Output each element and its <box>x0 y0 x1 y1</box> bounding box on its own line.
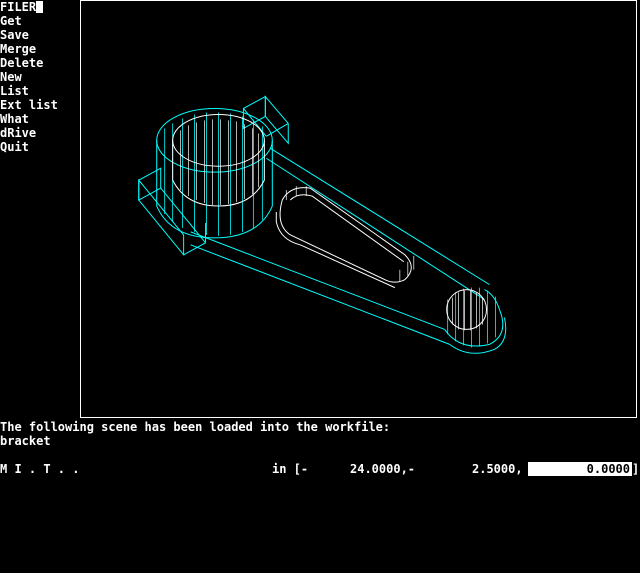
menu-item-delete[interactable]: Delete <box>0 56 80 70</box>
status-bar: M I . T . . in [- 24.0000,- 2.5000, 0.00… <box>0 461 640 477</box>
menu-item-new[interactable]: New <box>0 70 80 84</box>
menu-item-list[interactable]: List <box>0 84 80 98</box>
filer-menu: FILER Get Save Merge Delete New List Ext… <box>0 0 80 154</box>
menu-item-merge[interactable]: Merge <box>0 42 80 56</box>
menu-item-drive[interactable]: dRive <box>0 126 80 140</box>
menu-item-what[interactable]: What <box>0 112 80 126</box>
message-line-2: bracket <box>0 434 51 448</box>
menu-item-save[interactable]: Save <box>0 28 80 42</box>
menu-item-get[interactable]: Get <box>0 14 80 28</box>
cyan-outer-wireframe <box>138 95 507 354</box>
app-name: M I . T . . <box>0 462 80 476</box>
close-bracket: ] <box>632 462 640 476</box>
y-coordinate: 2.5000, <box>472 462 523 476</box>
message-area: The following scene has been loaded into… <box>0 420 640 448</box>
menu-item-ext-list[interactable]: Ext list <box>0 98 80 112</box>
units-label: in [- <box>272 462 309 476</box>
menu-item-quit[interactable]: Quit <box>0 140 80 154</box>
graphics-viewport[interactable] <box>80 0 637 418</box>
menu-title: FILER <box>0 0 80 14</box>
message-line-1: The following scene has been loaded into… <box>0 420 391 434</box>
text-cursor <box>36 1 44 13</box>
x-coordinate: 24.0000,- <box>350 462 416 476</box>
menu-title-label: FILER <box>0 0 37 14</box>
bracket-wireframe <box>138 95 507 354</box>
coordinate-input[interactable]: 0.0000 <box>528 462 632 476</box>
